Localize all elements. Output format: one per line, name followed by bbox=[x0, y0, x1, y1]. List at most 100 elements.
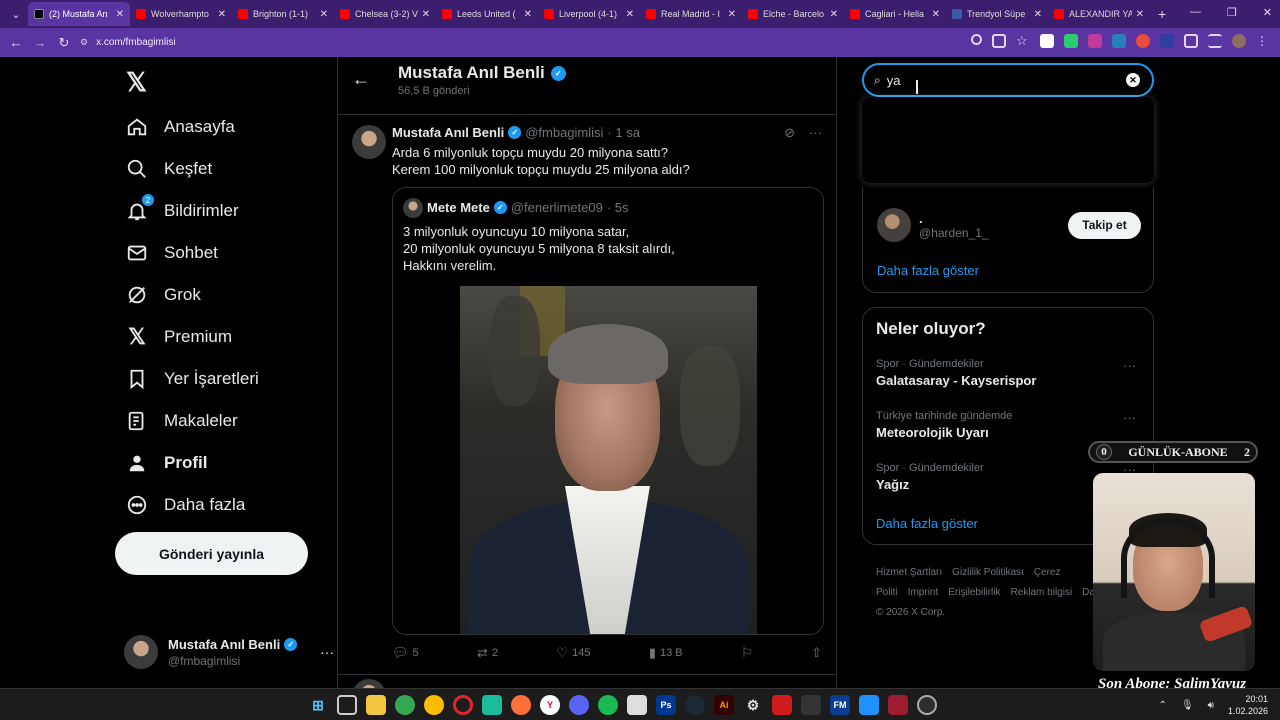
playstation-icon[interactable]: Ps bbox=[656, 695, 676, 715]
share-button[interactable]: ⇧ bbox=[811, 645, 822, 661]
extension-f-icon[interactable] bbox=[1160, 34, 1174, 48]
tab-close-icon[interactable]: ✕ bbox=[116, 9, 124, 20]
app-fm-icon[interactable]: FM bbox=[830, 695, 850, 715]
extension-c-icon[interactable] bbox=[1088, 34, 1102, 48]
nav-item-bell[interactable]: 2 Bildirimler bbox=[124, 193, 239, 229]
search-input[interactable]: ⌕ ya ✕ bbox=[862, 63, 1154, 97]
more-dots-icon[interactable]: ··· bbox=[320, 644, 334, 660]
tab-close-icon[interactable]: ✕ bbox=[932, 9, 940, 20]
spotify-icon[interactable] bbox=[598, 695, 618, 715]
app-dark-icon[interactable] bbox=[801, 695, 821, 715]
browser-tab[interactable]: Cagliari - Hella ✕ bbox=[844, 2, 946, 26]
show-more-link[interactable]: Daha fazla göster bbox=[877, 263, 979, 278]
tab-close-icon[interactable]: ✕ bbox=[320, 9, 328, 20]
suggested-user[interactable]: . @harden_1_ Takip et bbox=[877, 205, 1141, 245]
post-button[interactable]: Gönderi yayınla bbox=[115, 532, 308, 575]
clock[interactable]: 20:01 1.02.2026 bbox=[1228, 693, 1268, 717]
nav-item-home[interactable]: Anasayfa bbox=[124, 109, 235, 145]
footer-link[interactable]: Gizlilik Politikası bbox=[952, 567, 1024, 578]
more-dots-icon[interactable]: ··· bbox=[1123, 410, 1136, 425]
chrome-profile-icon[interactable] bbox=[424, 695, 444, 715]
tab-close-icon[interactable]: ✕ bbox=[728, 9, 736, 20]
avatar[interactable] bbox=[352, 125, 386, 159]
show-more-link[interactable]: Daha fazla göster bbox=[876, 516, 978, 531]
browser-tab[interactable]: Brighton (1-1) ✕ bbox=[232, 2, 334, 26]
browser-tab[interactable]: Real Madrid - I ✕ bbox=[640, 2, 742, 26]
forward-icon[interactable]: → bbox=[28, 35, 52, 50]
file-explorer-icon[interactable] bbox=[366, 695, 386, 715]
back-icon[interactable]: ← bbox=[4, 35, 28, 50]
tab-close-icon[interactable]: ✕ bbox=[1034, 9, 1042, 20]
task-view-icon[interactable] bbox=[337, 695, 357, 715]
zoom-icon[interactable] bbox=[971, 34, 982, 45]
app-red-icon[interactable] bbox=[888, 695, 908, 715]
footer-link[interactable]: Hizmet Şartları bbox=[876, 567, 942, 578]
tweet-handle[interactable]: @fmbagimlisi bbox=[525, 125, 603, 140]
browser-tab[interactable]: Leeds United (✕ bbox=[436, 2, 538, 26]
extension-a-icon[interactable] bbox=[1040, 34, 1054, 48]
illustrator-icon[interactable]: Ai bbox=[714, 695, 734, 715]
close-window-icon[interactable]: ✕ bbox=[1263, 6, 1272, 19]
extension-d-icon[interactable] bbox=[1112, 34, 1126, 48]
account-switcher[interactable]: Mustafa Anıl Benli ✓ @fmbagimlisi ··· bbox=[124, 632, 334, 672]
tab-close-icon[interactable]: ✕ bbox=[524, 9, 532, 20]
tweet-author[interactable]: Mustafa Anıl Benli bbox=[392, 125, 504, 140]
nav-item-profile[interactable]: Profil bbox=[124, 445, 207, 481]
acrobat-icon[interactable] bbox=[772, 695, 792, 715]
yandex-icon[interactable]: Y bbox=[540, 695, 560, 715]
browser-tab[interactable]: Liverpool (4-1) ✕ bbox=[538, 2, 640, 26]
like-button[interactable]: ♡ 145 bbox=[556, 645, 590, 661]
more-dots-icon[interactable]: ··· bbox=[809, 125, 822, 141]
reading-list-icon[interactable] bbox=[1208, 34, 1222, 48]
reload-icon[interactable]: ↻ bbox=[52, 35, 76, 51]
nav-item-bookmark[interactable]: Yer İşaretleri bbox=[124, 361, 259, 397]
tab-close-icon[interactable]: ✕ bbox=[218, 9, 226, 20]
tab-close-icon[interactable]: ✕ bbox=[422, 9, 430, 20]
grok-icon[interactable]: ⊘ bbox=[784, 125, 795, 141]
browser-tab[interactable]: Chelsea (3-2) V ✕ bbox=[334, 2, 436, 26]
follow-button[interactable]: Takip et bbox=[1068, 211, 1141, 239]
browser-tab[interactable]: ALEXANDIR YA ✕ bbox=[1048, 2, 1150, 26]
footer-link[interactable]: Reklam bilgisi bbox=[1010, 587, 1072, 598]
new-tab-button[interactable]: + bbox=[1158, 6, 1166, 22]
nav-item-x-premium[interactable]: 𝕏 Premium bbox=[124, 319, 232, 355]
microphone-icon[interactable]: 🎙︎ bbox=[1181, 700, 1194, 711]
trend-item[interactable]: Spor · Gündemdekiler Galatasaray - Kayser… bbox=[876, 358, 1142, 388]
bookmark-button[interactable]: ⚐ bbox=[741, 645, 753, 661]
windows-start-icon[interactable]: ⊞ bbox=[308, 695, 328, 715]
quoted-tweet[interactable]: Mete Mete ✓ @fenerlimete09 · 5s 3 milyon… bbox=[392, 187, 824, 635]
next-tweet-peek[interactable] bbox=[338, 677, 836, 688]
star-icon[interactable]: ☆ bbox=[1016, 34, 1030, 48]
nav-item-more-circle[interactable]: Daha fazla bbox=[124, 487, 245, 523]
restore-icon[interactable]: ❐ bbox=[1227, 6, 1237, 19]
tweet[interactable]: Mustafa Anıl Benli ✓ @fmbagimlisi · 1 sa… bbox=[338, 115, 836, 675]
app-teal-icon[interactable] bbox=[482, 695, 502, 715]
opera-icon[interactable] bbox=[453, 695, 473, 715]
steam-icon[interactable] bbox=[685, 695, 705, 715]
browser-menu-icon[interactable]: ⋮ bbox=[1256, 34, 1270, 48]
back-arrow-icon[interactable]: ← bbox=[352, 69, 370, 90]
repost-button[interactable]: ⇄ 2 bbox=[477, 645, 498, 661]
obs-icon[interactable] bbox=[917, 695, 937, 715]
discord-icon[interactable] bbox=[569, 695, 589, 715]
nav-item-article[interactable]: Makaleler bbox=[124, 403, 238, 439]
settings-gear-icon[interactable]: ⚙ bbox=[743, 695, 763, 715]
tab-search-chevron-icon[interactable]: ⌄ bbox=[4, 2, 28, 26]
tab-close-icon[interactable]: ✕ bbox=[626, 9, 634, 20]
browser-tab[interactable]: Elche - Barcelo ✕ bbox=[742, 2, 844, 26]
volume-icon[interactable]: 🔊︎ bbox=[1208, 700, 1214, 711]
tray-chevron-icon[interactable]: ⌃ bbox=[1159, 700, 1167, 711]
footer-link[interactable]: Imprint bbox=[908, 587, 939, 598]
reply-button[interactable]: 💬︎ 5 bbox=[392, 645, 419, 661]
x-logo-icon[interactable]: 𝕏 bbox=[126, 67, 147, 98]
app-white-icon[interactable] bbox=[627, 695, 647, 715]
url-field[interactable]: ⚙ x.com/fmbagimlisi bbox=[80, 32, 1020, 53]
trend-item[interactable]: Türkiye tarihinde gündemde Meteorolojik U… bbox=[876, 410, 1142, 440]
firefox-icon[interactable] bbox=[511, 695, 531, 715]
extension-b-icon[interactable] bbox=[1064, 34, 1078, 48]
site-info-icon[interactable]: ⚙ bbox=[80, 37, 88, 48]
clear-search-icon[interactable]: ✕ bbox=[1126, 73, 1140, 87]
browser-tab[interactable]: Wolverhampto ✕ bbox=[130, 2, 232, 26]
cast-icon[interactable] bbox=[992, 34, 1006, 48]
browser-tab[interactable]: Trendyol Süpe ✕ bbox=[946, 2, 1048, 26]
